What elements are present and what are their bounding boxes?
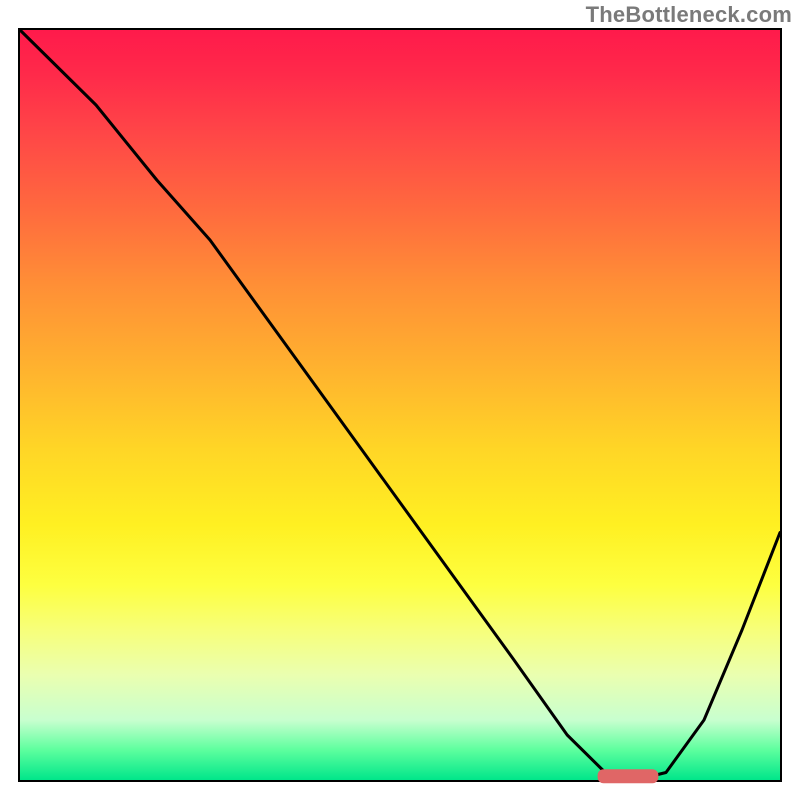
watermark-text: TheBottleneck.com: [586, 2, 792, 28]
chart-container: TheBottleneck.com: [0, 0, 800, 800]
marker-layer: [20, 30, 780, 780]
optimal-marker: [598, 769, 659, 783]
